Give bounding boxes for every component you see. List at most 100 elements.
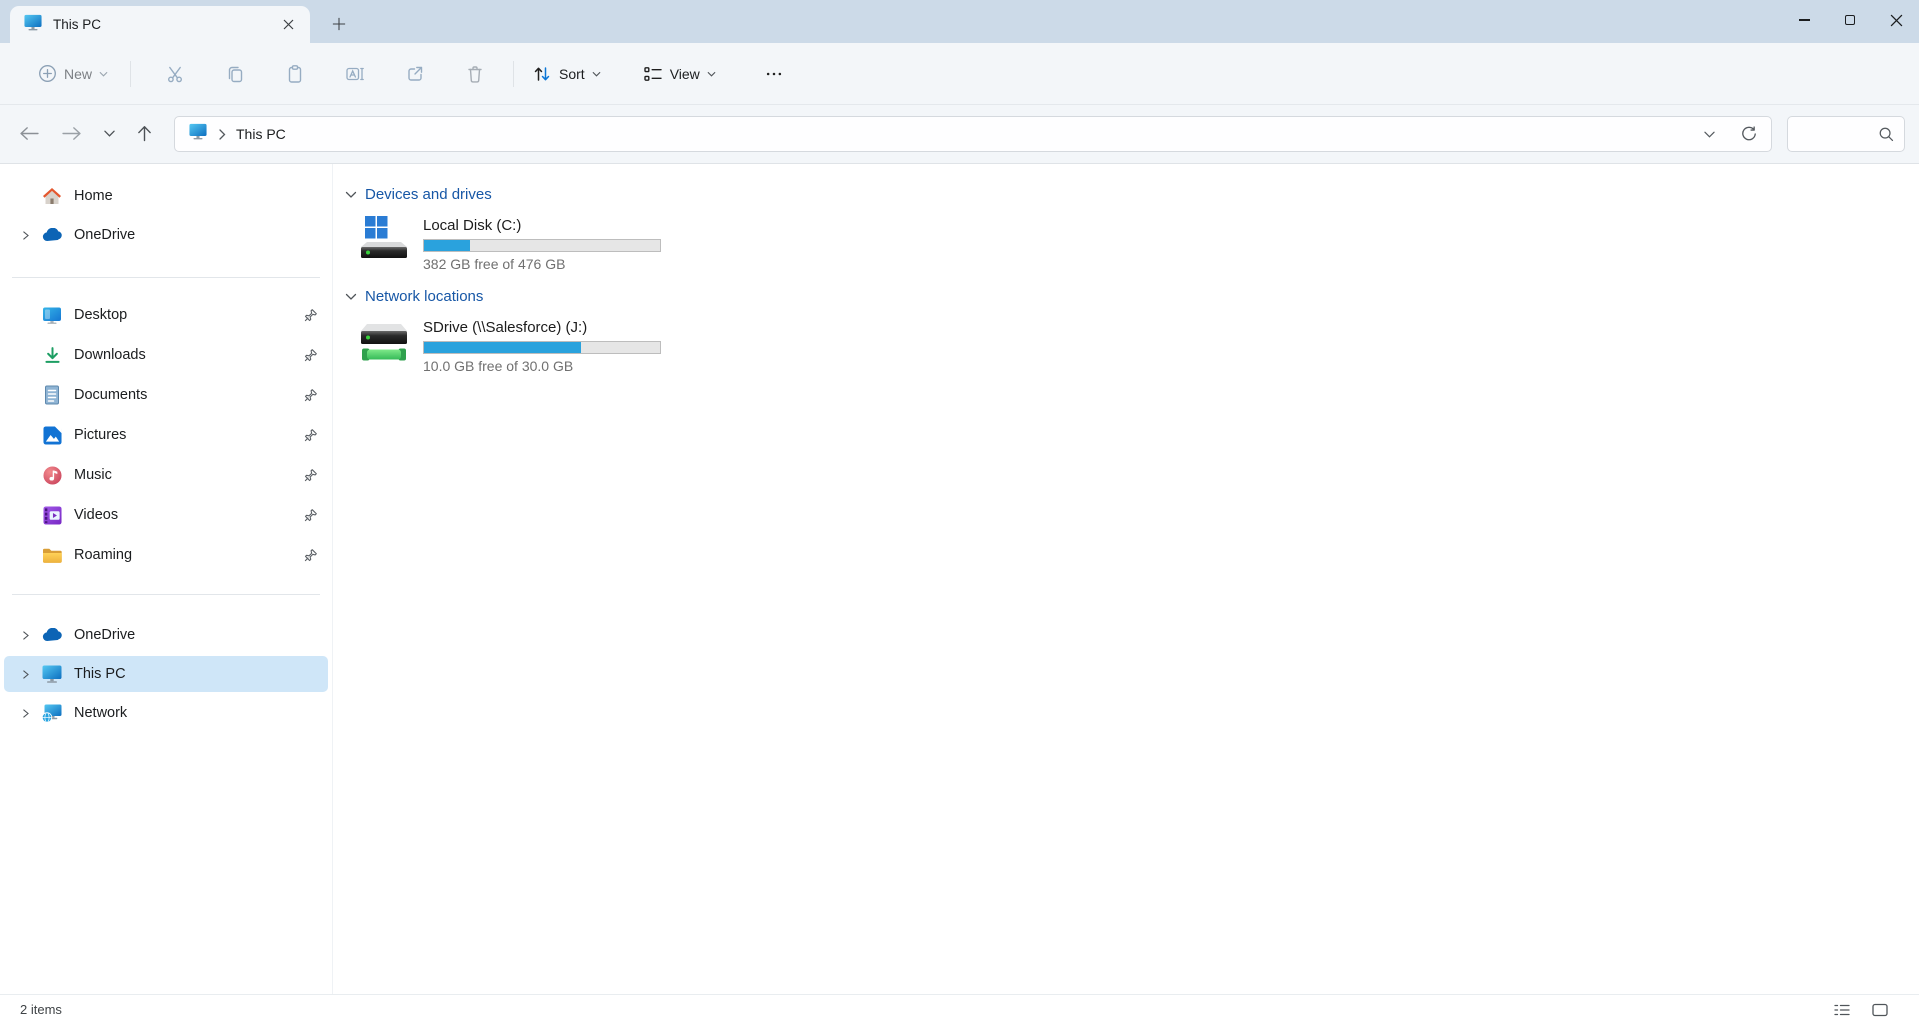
videos-icon [40,506,64,525]
pin-icon[interactable] [304,388,318,402]
expand-chevron-icon[interactable] [16,630,36,641]
new-button[interactable]: New [30,56,116,92]
items-count: 2 items [20,1002,62,1017]
recent-locations-button[interactable] [96,116,122,150]
collapse-chevron-icon[interactable] [345,293,357,301]
cut-button[interactable] [145,54,205,94]
more-options-button[interactable] [754,54,794,94]
drive-sdrive-j[interactable]: SDrive (\\Salesforce) (J:) 10.0 GB free … [357,316,661,374]
new-button-label: New [64,66,92,82]
sidebar-item-label: Desktop [74,307,127,323]
sidebar-item-network[interactable]: Network [4,695,328,731]
chevron-down-icon [592,71,601,77]
pictures-icon [40,426,64,445]
sidebar-item-label: Music [74,467,112,483]
tab-title: This PC [53,17,276,32]
toolbar-divider [130,61,131,87]
network-drive-icon [357,320,411,364]
forward-button[interactable] [54,116,88,150]
up-button[interactable] [127,116,161,150]
tab-this-pc[interactable]: This PC [10,6,310,43]
details-view-toggle[interactable] [1831,999,1853,1021]
documents-icon [40,385,64,405]
capacity-bar [423,239,661,252]
sidebar-item-desktop[interactable]: Desktop [4,297,328,333]
collapse-chevron-icon[interactable] [345,191,357,199]
delete-button[interactable] [445,54,505,94]
items-view: Devices and drives Local Disk (C:) 382 G… [333,164,1919,994]
search-input[interactable] [1787,116,1905,152]
copy-button[interactable] [205,54,265,94]
sidebar-item-pictures[interactable]: Pictures [4,417,328,453]
pin-icon[interactable] [304,548,318,562]
address-dropdown-button[interactable] [1695,120,1723,148]
trash-icon [465,64,485,84]
pin-icon[interactable] [304,308,318,322]
breadcrumb-location[interactable]: This PC [236,126,286,142]
sidebar-item-home[interactable]: Home [4,178,328,214]
expand-chevron-icon[interactable] [16,669,36,680]
address-bar[interactable]: This PC [174,116,1772,152]
close-button[interactable] [1873,0,1919,40]
folder-icon [40,547,64,563]
minimize-icon [1799,19,1810,20]
sidebar-item-videos[interactable]: Videos [4,497,328,533]
expand-chevron-icon[interactable] [16,708,36,719]
minimize-button[interactable] [1781,0,1827,40]
pin-icon[interactable] [304,508,318,522]
navigation-pane: Home OneDrive Desktop [0,164,333,994]
sidebar-item-label: Roaming [74,547,132,563]
this-pc-monitor-icon [40,665,64,683]
details-view-icon [1833,1001,1851,1019]
capacity-bar-fill [424,240,470,251]
search-icon [1878,126,1894,142]
section-title: Network locations [365,288,483,305]
share-button[interactable] [385,54,445,94]
plus-circle-icon [38,64,57,83]
new-tab-button[interactable] [326,11,352,37]
expand-chevron-icon[interactable] [16,230,36,241]
local-disk-icon [357,214,411,260]
large-thumbnails-view-toggle[interactable] [1869,999,1891,1021]
drive-name: SDrive (\\Salesforce) (J:) [423,318,661,337]
view-button[interactable]: View [633,56,726,92]
tab-close-icon[interactable] [276,13,300,37]
up-arrow-icon [137,125,152,142]
sidebar-item-label: Pictures [74,427,126,443]
sidebar-item-this-pc[interactable]: This PC [4,656,328,692]
back-button[interactable] [12,116,46,150]
sort-button[interactable]: Sort [522,56,611,92]
section-header-network-locations[interactable]: Network locations [345,288,483,305]
breadcrumb-chevron-icon [219,129,226,140]
refresh-icon [1741,126,1757,142]
sidebar-item-label: Documents [74,387,147,403]
maximize-button[interactable] [1827,0,1873,40]
chevron-down-icon [104,130,115,137]
pin-icon[interactable] [304,468,318,482]
sidebar-item-downloads[interactable]: Downloads [4,337,328,373]
maximize-icon [1845,15,1855,25]
sidebar-item-music[interactable]: Music [4,457,328,493]
music-icon [40,466,64,485]
sidebar-item-roaming[interactable]: Roaming [4,537,328,573]
chevron-down-icon [1704,131,1715,138]
section-header-devices-and-drives[interactable]: Devices and drives [345,186,492,203]
sort-button-label: Sort [559,66,585,82]
sidebar-item-onedrive-2[interactable]: OneDrive [4,617,328,653]
forward-arrow-icon [61,126,82,141]
pin-icon[interactable] [304,348,318,362]
sidebar-item-onedrive[interactable]: OneDrive [4,217,328,253]
drive-local-disk-c[interactable]: Local Disk (C:) 382 GB free of 476 GB [357,214,661,272]
back-arrow-icon [19,126,40,141]
window-controls [1781,0,1919,43]
pin-icon[interactable] [304,428,318,442]
paste-button[interactable] [265,54,325,94]
refresh-button[interactable] [1735,120,1763,148]
status-bar: 2 items [0,994,1919,1024]
sidebar-divider [12,277,320,278]
sidebar-item-label: This PC [74,666,126,682]
sidebar-item-documents[interactable]: Documents [4,377,328,413]
rename-button[interactable] [325,54,385,94]
sidebar-item-label: Home [74,188,113,204]
drive-free-space: 10.0 GB free of 30.0 GB [423,358,661,374]
